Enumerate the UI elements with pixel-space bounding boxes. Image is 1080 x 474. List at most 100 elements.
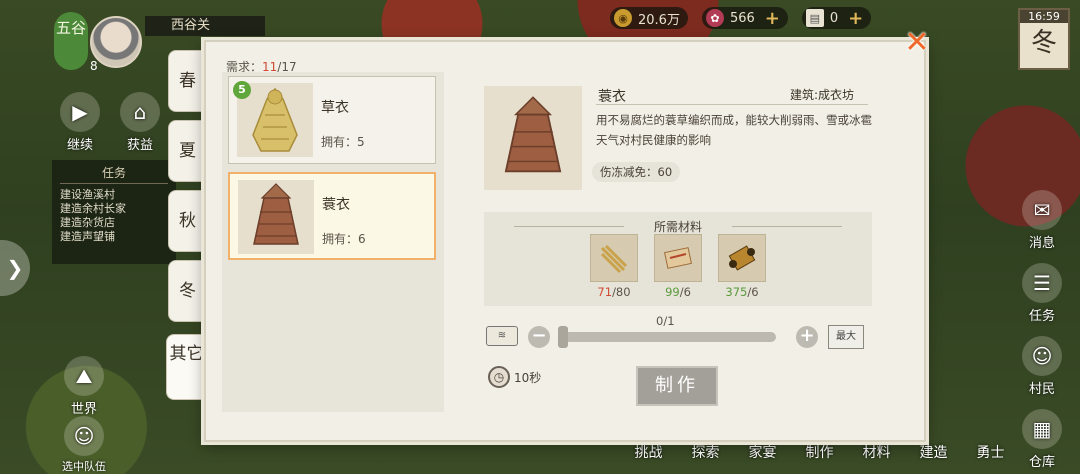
- materials-panel: 所需材料 71/80 99/6 375/6: [484, 212, 872, 306]
- increase-button[interactable]: +: [796, 326, 818, 348]
- house-icon: ⌂: [120, 92, 160, 132]
- raincoat-icon: [504, 96, 562, 173]
- material-item[interactable]: 99/6: [654, 234, 702, 299]
- clock-season: 冬: [1030, 28, 1057, 58]
- task-item[interactable]: 建造声望铺: [60, 230, 168, 244]
- tasks-button[interactable]: ☰ 任务: [1016, 263, 1068, 324]
- add-tickets-button[interactable]: +: [848, 8, 863, 29]
- thread-spool-icon: [718, 234, 766, 282]
- task-item[interactable]: 建造杂货店: [60, 216, 168, 230]
- material-have: 375: [725, 285, 748, 299]
- clock-icon: ◷: [488, 366, 510, 388]
- material-item[interactable]: 71/80: [590, 234, 638, 299]
- list-item[interactable]: 5 草衣 拥有：5: [228, 76, 436, 164]
- ticket-icon: ▤: [805, 9, 824, 27]
- clock-time: 16:59: [1020, 10, 1068, 23]
- material-need: /6: [747, 285, 759, 299]
- material-have: 99: [665, 285, 680, 299]
- world-label: 世界: [70, 402, 97, 417]
- quantity-badge: 5: [233, 81, 251, 99]
- item-list: 5 草衣 拥有：5 蓑衣 拥有：6: [222, 72, 444, 412]
- world-button[interactable]: ⛰ 世界: [60, 356, 108, 417]
- world-icon: ⛰: [64, 356, 104, 396]
- duration-value: 10秒: [514, 370, 542, 385]
- mail-icon: ✉: [1022, 190, 1062, 230]
- team-button[interactable]: ☺ 选中队伍: [56, 416, 112, 474]
- item-thumbnail: [238, 180, 314, 254]
- gains-button[interactable]: ⌂ 获益: [116, 92, 164, 153]
- add-gems-button[interactable]: +: [765, 8, 780, 29]
- nav-warriors[interactable]: 勇士: [962, 436, 1019, 470]
- material-count: 375/6: [718, 285, 766, 299]
- straw-bundle-icon: [590, 234, 638, 282]
- craft-button[interactable]: 制作: [636, 366, 718, 406]
- tab-autumn[interactable]: 秋: [168, 190, 206, 252]
- material-item[interactable]: 375/6: [718, 234, 766, 299]
- detail-name: 蓑衣: [598, 89, 626, 105]
- continue-button[interactable]: ▶ 继续: [56, 92, 104, 153]
- list-item[interactable]: 蓑衣 拥有：6: [228, 172, 436, 260]
- plus-icon: +: [799, 325, 815, 346]
- task-panel[interactable]: 任务 建设渔溪村 建造余村长家 建造杂货店 建造声望铺: [52, 160, 176, 264]
- scroll-icon: ☰: [1022, 263, 1062, 303]
- material-count: 99/6: [654, 285, 702, 299]
- raincoat-icon: [253, 183, 299, 245]
- close-button[interactable]: ✕: [903, 28, 931, 58]
- detail-building: 建筑:成衣坊: [790, 88, 855, 102]
- material-need: /6: [679, 285, 691, 299]
- messages-label: 消息: [1028, 236, 1055, 251]
- pattern-icon: ≋: [497, 330, 507, 341]
- item-name: 草衣: [321, 100, 349, 116]
- item-owned: 拥有：5: [321, 135, 365, 149]
- cloth-sheet-icon: [654, 234, 702, 282]
- gains-label: 获益: [126, 138, 153, 153]
- category-tabs: 春 夏 秋 冬 其它: [166, 50, 206, 410]
- quantity-slider[interactable]: [564, 332, 776, 342]
- gems-value: 566: [729, 10, 755, 26]
- task-item[interactable]: 建造余村长家: [60, 202, 168, 216]
- player-level: 8: [90, 59, 98, 73]
- tab-other[interactable]: 其它: [166, 334, 206, 400]
- play-icon: ▶: [60, 92, 100, 132]
- villager-icon: ☺: [1022, 336, 1062, 376]
- task-panel-title: 任务: [60, 164, 168, 184]
- minus-icon: −: [531, 325, 547, 346]
- right-menu: ✉ 消息 ☰ 任务 ☺ 村民 ▦ 仓库: [1016, 190, 1074, 474]
- coins-value: 20.6万: [638, 12, 680, 28]
- max-button[interactable]: 最大: [828, 325, 864, 349]
- straw-coat-icon: [252, 87, 298, 152]
- decrease-button[interactable]: −: [528, 326, 550, 348]
- material-need: /80: [612, 285, 631, 299]
- continue-label: 继续: [66, 138, 93, 153]
- coin-icon: ◉: [614, 9, 632, 27]
- quantity-label: 0/1: [656, 314, 675, 328]
- detail-stat: 伤冻减免：60: [592, 162, 681, 182]
- location-label: 西谷关: [145, 16, 265, 36]
- task-item[interactable]: 建设渔溪村: [60, 188, 168, 202]
- avatar[interactable]: [90, 16, 142, 68]
- craft-duration: ◷ 10秒: [488, 366, 541, 388]
- messages-button[interactable]: ✉ 消息: [1016, 190, 1068, 251]
- coins-counter: ◉ 20.6万: [610, 7, 688, 29]
- item-owned: 拥有：6: [322, 232, 366, 246]
- divider: [596, 104, 868, 105]
- team-label: 选中队伍: [62, 460, 106, 473]
- tab-summer[interactable]: 夏: [168, 120, 206, 182]
- villagers-button[interactable]: ☺ 村民: [1016, 336, 1068, 397]
- tickets-counter: ▤ 0 +: [801, 7, 872, 29]
- season-clock[interactable]: 16:59 冬: [1018, 8, 1070, 70]
- close-icon: ✕: [904, 25, 930, 60]
- tasks-label: 任务: [1028, 309, 1055, 324]
- team-icon: ☺: [64, 416, 104, 456]
- tab-winter[interactable]: 冬: [168, 260, 206, 322]
- detail-thumbnail: [484, 86, 582, 190]
- villagers-label: 村民: [1028, 382, 1055, 397]
- batch-toggle[interactable]: ≋: [486, 326, 518, 346]
- tab-spring[interactable]: 春: [168, 50, 206, 112]
- material-count: 71/80: [590, 285, 638, 299]
- material-have: 71: [597, 285, 613, 299]
- gems-counter: ✿ 566 +: [701, 7, 788, 29]
- slider-handle[interactable]: [558, 326, 568, 348]
- season-badge: 五谷: [54, 12, 88, 70]
- flower-gem-icon: ✿: [705, 9, 724, 27]
